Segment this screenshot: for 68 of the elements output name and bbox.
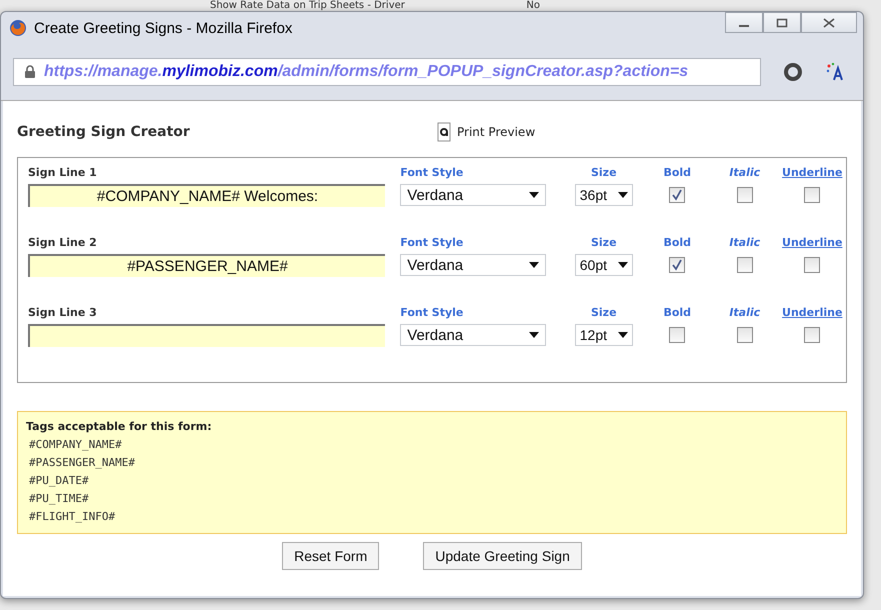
maximize-button[interactable] [763, 12, 801, 33]
tag-text: #PU_TIME# [28, 492, 90, 505]
tags-heading: Tags acceptable for this form: [26, 420, 213, 433]
url-text: https://manage.mylimobiz.com/admin/forms/form_POPUP_signCreator.asp?action=s [44, 63, 688, 81]
sign-line-input[interactable]: #PASSENGER_NAME# [28, 254, 385, 277]
tag-text: #PU_DATE# [28, 474, 90, 487]
italic-label: Italic [729, 166, 760, 179]
address-bar[interactable]: https://manage.mylimobiz.com/admin/forms/form_POPUP_signCreator.asp?action=s [13, 58, 762, 86]
italic-checkbox[interactable] [736, 327, 753, 343]
background-setting-value: No [526, 0, 540, 11]
font-style-label: Font Style [400, 236, 464, 249]
font-style-label: Font Style [400, 306, 464, 319]
reset-button[interactable]: Reset Form [282, 542, 380, 570]
background-setting-label: Show Rate Data on Trip Sheets - Driver [210, 0, 405, 11]
page-heading: Greeting Sign Creator [17, 124, 191, 140]
caret-icon [618, 332, 628, 338]
maximize-icon [776, 18, 788, 28]
close-button[interactable] [801, 12, 857, 33]
bold-label: Bold [663, 306, 692, 319]
print-preview-link[interactable]: Print Preview [437, 122, 536, 142]
bold-checkbox[interactable] [669, 187, 686, 203]
bold-checkbox[interactable] [669, 327, 686, 343]
size-label: Size [590, 306, 617, 319]
sign-line-input[interactable]: #COMPANY_NAME# Welcomes: [28, 184, 385, 207]
window-title: Create Greeting Signs - Mozilla Firefox [34, 20, 292, 36]
ring-icon[interactable] [783, 62, 804, 82]
bold-checkbox[interactable] [669, 257, 686, 273]
close-icon [822, 18, 836, 28]
tag-text: #FLIGHT_INFO# [28, 510, 116, 523]
underline-checkbox[interactable] [804, 257, 820, 273]
size-dropdown[interactable]: 36pt [574, 184, 633, 206]
sign-line-label: Sign Line 1 [28, 166, 98, 179]
lock-icon [24, 65, 36, 79]
font-dropdown[interactable]: Verdana [400, 184, 546, 206]
underline-checkbox[interactable] [804, 327, 820, 343]
underline-label: Underline [782, 236, 842, 249]
document-icon [437, 122, 451, 142]
italic-checkbox[interactable] [736, 187, 753, 203]
tag-text: #COMPANY_NAME# [28, 438, 123, 451]
size-dropdown[interactable]: 60pt [574, 254, 633, 276]
italic-label: Italic [729, 236, 760, 249]
bold-label: Bold [663, 166, 692, 179]
italic-label: Italic [729, 306, 760, 319]
caret-icon [529, 262, 540, 268]
font-dropdown[interactable]: Verdana [400, 254, 546, 276]
minimize-icon [739, 24, 749, 26]
italic-checkbox[interactable] [736, 257, 753, 273]
sign-line-input[interactable] [28, 324, 385, 347]
caret-icon [529, 192, 540, 198]
tag-text: #PASSENGER_NAME# [28, 456, 136, 469]
minimize-button[interactable] [725, 12, 763, 33]
size-dropdown[interactable]: 12pt [574, 324, 633, 346]
sign-line-label: Sign Line 2 [28, 236, 98, 249]
browser-logo-icon [9, 19, 27, 37]
underline-label: Underline [782, 166, 842, 179]
caret-icon [529, 332, 540, 338]
font-style-label: Font Style [400, 166, 464, 179]
caret-icon [618, 192, 628, 198]
caret-icon [618, 262, 628, 268]
font-dropdown[interactable]: Verdana [400, 324, 546, 346]
sign-line-label: Sign Line 3 [28, 306, 98, 319]
underline-label: Underline [782, 306, 842, 319]
size-label: Size [590, 236, 617, 249]
size-label: Size [590, 166, 617, 179]
underline-checkbox[interactable] [804, 187, 820, 203]
sparkle-letter-icon[interactable] [825, 62, 846, 82]
update-button[interactable]: Update Greeting Sign [423, 542, 582, 570]
bold-label: Bold [663, 236, 692, 249]
